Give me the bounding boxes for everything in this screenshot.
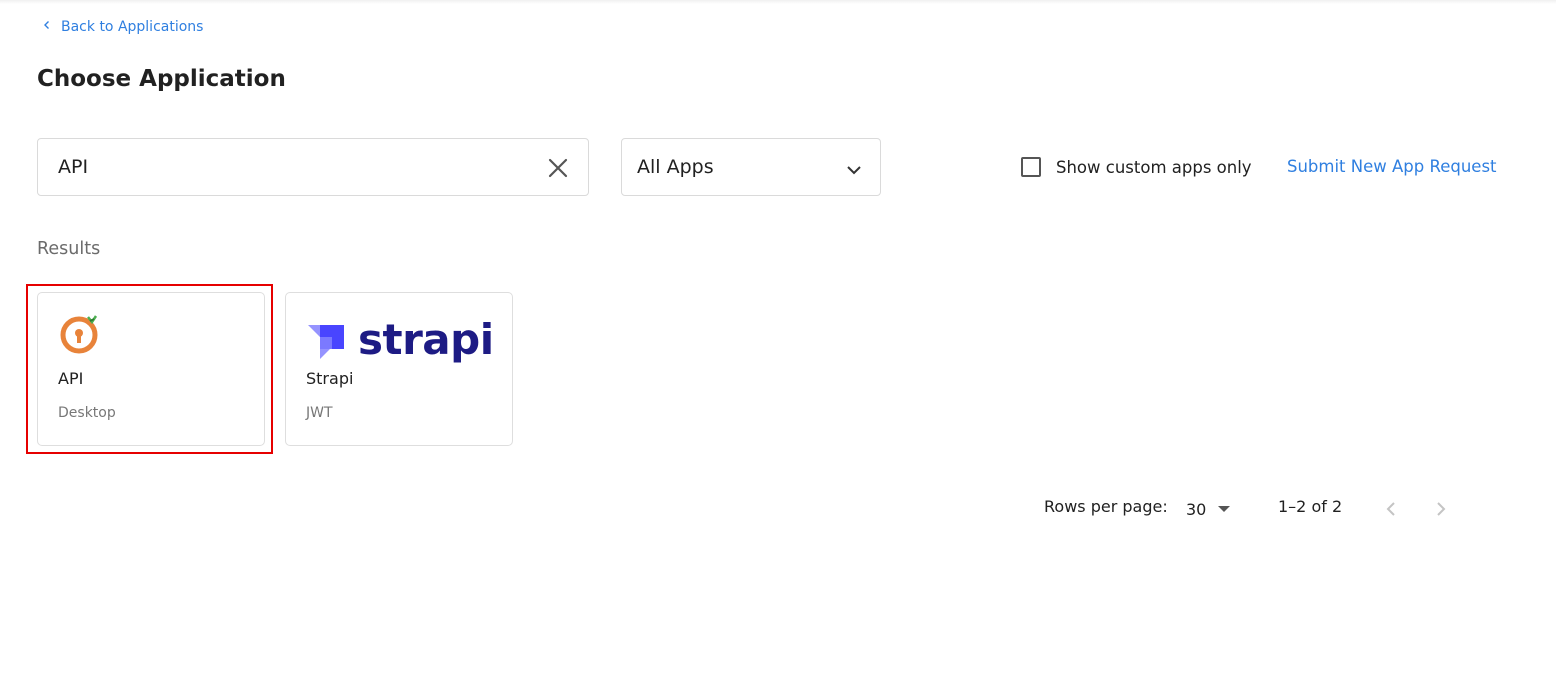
chevron-down-icon bbox=[846, 161, 862, 175]
strapi-logo-text: strapi bbox=[358, 315, 494, 364]
app-card-strapi[interactable]: strapi Strapi JWT bbox=[285, 292, 513, 446]
app-filter-select[interactable]: All Apps bbox=[621, 138, 881, 196]
rows-per-page-select[interactable]: 30 bbox=[1186, 497, 1231, 521]
app-card-name: API bbox=[58, 369, 84, 388]
orange-keyhole-icon bbox=[58, 313, 104, 359]
back-to-applications-link[interactable]: Back to Applications bbox=[42, 18, 203, 36]
close-icon[interactable] bbox=[547, 157, 569, 179]
caret-down-icon bbox=[1218, 506, 1231, 512]
top-bar-shadow bbox=[0, 0, 1556, 4]
results-heading: Results bbox=[37, 239, 101, 259]
next-page-button[interactable] bbox=[1430, 498, 1452, 520]
previous-page-button[interactable] bbox=[1380, 498, 1402, 520]
search-input[interactable] bbox=[58, 156, 528, 178]
pagination-range: 1–2 of 2 bbox=[1278, 497, 1343, 516]
app-card-name: Strapi bbox=[306, 369, 354, 388]
chevron-left-icon bbox=[42, 18, 54, 36]
back-link-label: Back to Applications bbox=[61, 19, 204, 35]
custom-apps-only-label: Show custom apps only bbox=[1056, 157, 1252, 177]
page-title: Choose Application bbox=[37, 66, 286, 92]
app-card-type: Desktop bbox=[58, 405, 116, 421]
rows-per-page-value: 30 bbox=[1186, 499, 1207, 519]
app-card-api[interactable]: API Desktop bbox=[37, 292, 265, 446]
strapi-logo: strapi bbox=[306, 311, 494, 361]
custom-apps-only-checkbox[interactable] bbox=[1021, 157, 1041, 177]
submit-new-app-request-link[interactable]: Submit New App Request bbox=[1287, 157, 1497, 176]
search-field[interactable] bbox=[37, 138, 589, 196]
app-filter-value: All Apps bbox=[637, 156, 714, 178]
app-card-type: JWT bbox=[306, 405, 333, 421]
custom-apps-only-toggle[interactable]: Show custom apps only bbox=[1021, 157, 1252, 177]
rows-per-page-label: Rows per page: bbox=[1044, 497, 1168, 516]
